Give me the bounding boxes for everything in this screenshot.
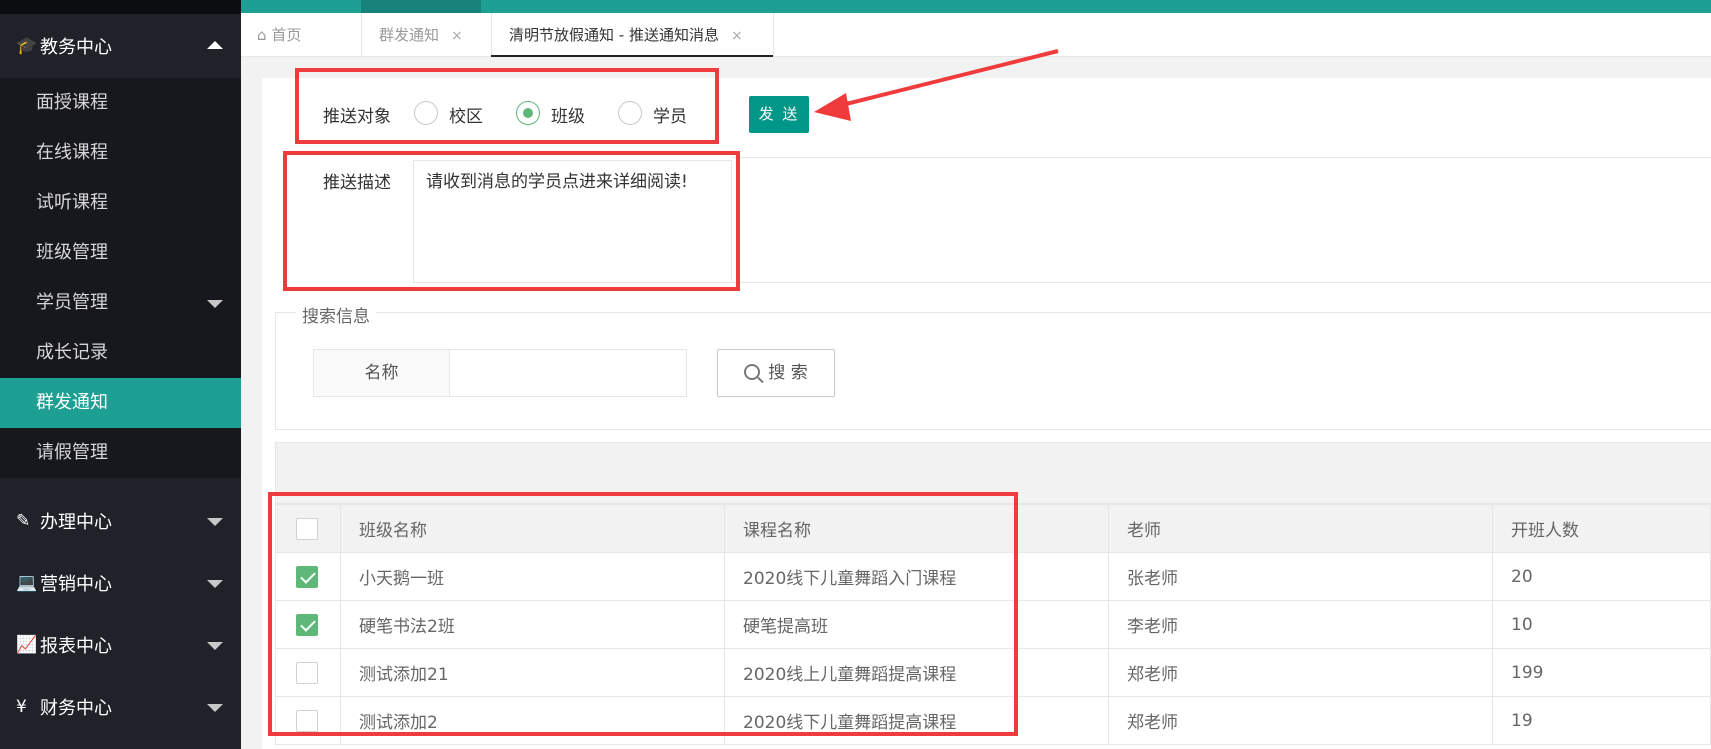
annotation-arrow-head	[814, 93, 851, 121]
annotation-arrow-shaft	[829, 49, 1059, 110]
app-root: 🎓 教务中心 面授课程 在线课程 试听课程 班级管理 学员管理 成长记录 群发通…	[0, 0, 1711, 749]
annotation-arrow	[814, 49, 1059, 121]
